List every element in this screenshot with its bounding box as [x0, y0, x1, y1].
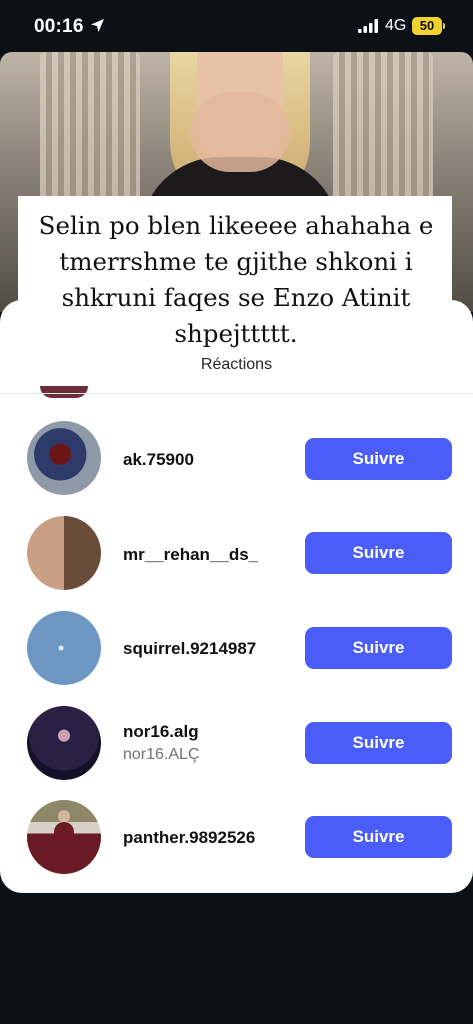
list-item[interactable]: ak.75900 Suivre	[0, 419, 473, 499]
username[interactable]: mr__rehan__ds_	[123, 545, 258, 565]
follow-button[interactable]: Suivre	[305, 438, 452, 480]
avatar-figure	[54, 822, 74, 864]
list-item[interactable]: mr__rehan__ds_ Suivre	[0, 514, 473, 594]
sheet-divider	[0, 393, 473, 394]
username[interactable]: nor16.alg	[123, 722, 199, 742]
battery-nub	[443, 23, 445, 29]
list-item[interactable]: squirrel.9214987 Suivre	[0, 608, 473, 688]
follow-button[interactable]: Suivre	[305, 627, 452, 669]
list-item[interactable]: panther.9892526 Suivre	[0, 797, 473, 877]
location-arrow-icon	[91, 19, 104, 32]
ornament-left	[40, 52, 140, 202]
list-item[interactable]: nor16.alg nor16.ALÇ Suivre	[0, 703, 473, 783]
username[interactable]: squirrel.9214987	[123, 639, 256, 659]
ornament-right	[333, 52, 433, 202]
network-type: 4G	[385, 17, 407, 34]
follow-button[interactable]: Suivre	[305, 816, 452, 858]
full-name: nor16.ALÇ	[123, 746, 200, 763]
username[interactable]: ak.75900	[123, 450, 194, 470]
signal-bars-icon	[358, 19, 378, 33]
status-time: 00:16	[34, 16, 84, 37]
follow-button[interactable]: Suivre	[305, 722, 452, 764]
sheet-title: Réactions	[200, 356, 273, 373]
avatar[interactable]	[27, 611, 101, 685]
story-caption: Selin po blen likeeee ahahaha e tmerrshm…	[38, 211, 434, 348]
avatar[interactable]	[27, 516, 101, 590]
status-bar: 00:16 4G 50	[0, 0, 473, 52]
avatar[interactable]	[27, 800, 101, 874]
username[interactable]: panther.9892526	[123, 828, 255, 848]
clipped-avatar	[40, 386, 88, 398]
story-person-hands	[190, 92, 290, 172]
follow-button[interactable]: Suivre	[305, 532, 452, 574]
battery-indicator: 50	[412, 17, 442, 35]
avatar[interactable]	[27, 421, 101, 495]
avatar[interactable]	[27, 706, 101, 780]
